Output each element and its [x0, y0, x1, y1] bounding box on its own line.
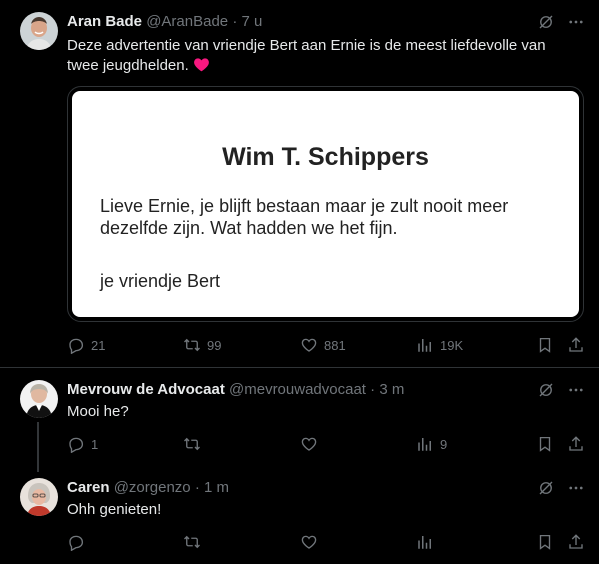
action-bar: 21 99 881 19K	[67, 335, 587, 355]
bookmark-icon	[536, 435, 554, 453]
media-card[interactable]: Wim T. Schippers Lieve Ernie, je blijft …	[67, 86, 584, 322]
share-button[interactable]	[567, 532, 585, 552]
bookmark-button[interactable]	[536, 434, 554, 454]
bookmark-button[interactable]	[536, 532, 554, 552]
share-icon	[567, 435, 585, 453]
more-icon[interactable]	[567, 13, 585, 31]
share-button[interactable]	[567, 434, 585, 454]
views-button[interactable]: 9	[416, 434, 447, 454]
separator-dot: ·	[370, 381, 376, 398]
reply-icon	[67, 435, 85, 453]
tweet-header: Caren @zorgenzo · 1 m	[67, 478, 229, 498]
timestamp[interactable]: 7 u	[242, 13, 263, 30]
tweet-reply-1[interactable]: Mevrouw de Advocaat @mevrouwadvocaat · 3…	[0, 368, 599, 472]
avatar-mevrouw-de-advocaat[interactable]	[20, 380, 58, 418]
like-button[interactable]	[300, 532, 324, 552]
repost-icon	[183, 533, 201, 551]
author-handle[interactable]: @AranBade	[146, 13, 228, 30]
grok-icon[interactable]	[537, 479, 555, 497]
thread-line	[37, 422, 39, 472]
repost-icon	[183, 336, 201, 354]
bookmark-icon	[536, 336, 554, 354]
like-icon	[300, 435, 318, 453]
more-icon[interactable]	[567, 381, 585, 399]
like-icon	[300, 336, 318, 354]
tweet-header: Aran Bade @AranBade · 7 u	[67, 12, 262, 32]
author-handle[interactable]: @mevrouwadvocaat	[229, 381, 366, 398]
tweet-header: Mevrouw de Advocaat @mevrouwadvocaat · 3…	[67, 380, 404, 400]
reply-button[interactable]: 21	[67, 335, 105, 355]
advertisement-image: Wim T. Schippers Lieve Ernie, je blijft …	[72, 91, 579, 317]
grok-icon[interactable]	[537, 13, 555, 31]
reply-button[interactable]	[67, 532, 91, 552]
views-icon	[416, 435, 434, 453]
author-name[interactable]: Aran Bade	[67, 13, 142, 30]
author-name[interactable]: Caren	[67, 479, 110, 496]
avatar-caren[interactable]	[20, 478, 58, 516]
timestamp[interactable]: 3 m	[379, 381, 404, 398]
repost-button[interactable]	[183, 434, 207, 454]
ad-title: Wim T. Schippers	[222, 143, 429, 171]
reply-button[interactable]: 1	[67, 434, 98, 454]
repost-button[interactable]	[183, 532, 207, 552]
tweet-text: Mooi he?	[67, 403, 129, 420]
separator-dot: ·	[194, 479, 200, 496]
tweet-reply-2[interactable]: Caren @zorgenzo · 1 m Ohh genieten!	[0, 468, 599, 564]
author-handle[interactable]: @zorgenzo	[114, 479, 191, 496]
like-count: 881	[324, 337, 346, 353]
views-button[interactable]	[416, 532, 440, 552]
bookmark-icon	[536, 533, 554, 551]
reply-count: 1	[91, 436, 99, 452]
bookmark-button[interactable]	[536, 335, 554, 355]
tweet-main[interactable]: Aran Bade @AranBade · 7 u Deze advertent…	[0, 0, 599, 366]
action-bar	[67, 532, 587, 552]
reply-icon	[67, 336, 85, 354]
views-icon	[416, 336, 434, 354]
timestamp[interactable]: 1 m	[204, 479, 229, 496]
repost-icon	[183, 435, 201, 453]
like-icon	[300, 533, 318, 551]
like-button[interactable]	[300, 434, 324, 454]
action-bar: 1 9	[67, 434, 587, 454]
views-icon	[416, 533, 434, 551]
share-icon	[567, 533, 585, 551]
ad-message: Lieve Ernie, je blijft bestaan maar je z…	[100, 196, 509, 238]
repost-count: 99	[207, 337, 222, 353]
views-count: 19K	[440, 337, 464, 353]
author-name[interactable]: Mevrouw de Advocaat	[67, 381, 225, 398]
reply-count: 21	[91, 337, 106, 353]
tweet-text: Deze advertentie van vriendje Bert aan E…	[67, 36, 577, 76]
reply-icon	[67, 533, 85, 551]
tweet-text-content: Deze advertentie van vriendje Bert aan E…	[67, 37, 546, 74]
avatar-aran-bade[interactable]	[20, 12, 58, 50]
like-button[interactable]: 881	[300, 335, 346, 355]
tweet-text: Ohh genieten!	[67, 501, 162, 518]
repost-button[interactable]: 99	[183, 335, 221, 355]
heart-emoji	[193, 57, 210, 74]
separator-dot: ·	[232, 13, 238, 30]
grok-icon[interactable]	[537, 381, 555, 399]
ad-signature: je vriendje Bert	[100, 271, 221, 291]
views-button[interactable]: 19K	[416, 335, 463, 355]
views-count: 9	[440, 436, 448, 452]
share-button[interactable]	[567, 335, 585, 355]
share-icon	[567, 336, 585, 354]
more-icon[interactable]	[567, 479, 585, 497]
